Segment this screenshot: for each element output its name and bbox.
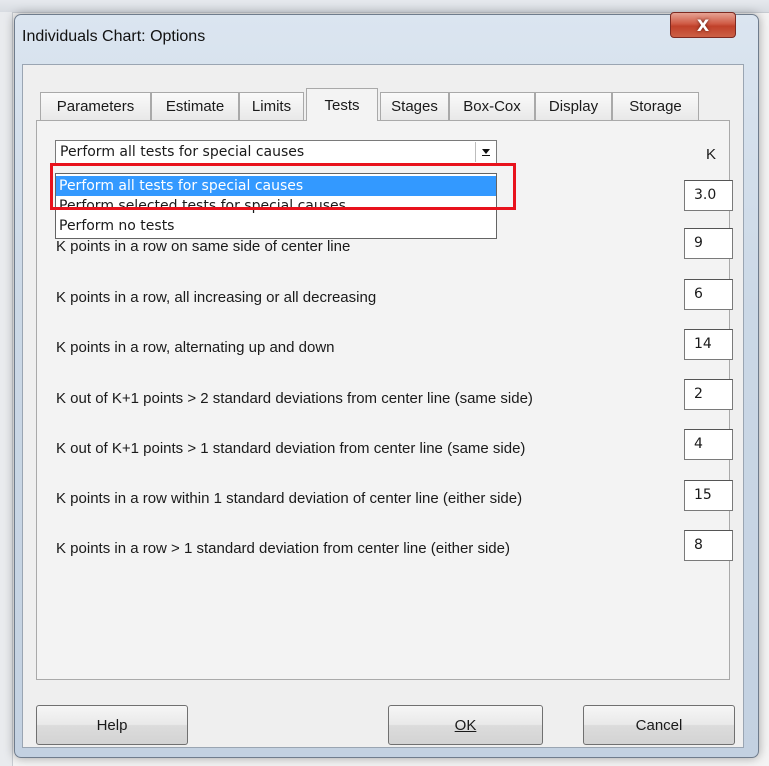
test-3-label: K points in a row, all increasing or all… bbox=[56, 289, 377, 306]
test-7-label: K points in a row within 1 standard devi… bbox=[56, 490, 523, 507]
ok-button-label: OK bbox=[454, 716, 477, 734]
dialog-title: Individuals Chart: Options bbox=[22, 28, 206, 45]
tab-display[interactable]: Display bbox=[535, 92, 612, 120]
test-8-k-input[interactable]: 8 bbox=[684, 530, 733, 561]
test-6-k-input[interactable]: 4 bbox=[684, 429, 733, 460]
cancel-button[interactable]: Cancel bbox=[583, 705, 735, 745]
tab-limits[interactable]: Limits bbox=[239, 92, 304, 120]
chevron-down-icon bbox=[481, 149, 490, 156]
test-1-k-input[interactable]: 3.0 bbox=[684, 180, 733, 211]
tab-storage[interactable]: Storage bbox=[612, 92, 699, 120]
test-7-k-input[interactable]: 15 bbox=[684, 480, 733, 511]
screen: Individuals Chart: Options X Parameters … bbox=[0, 0, 769, 766]
tests-mode-combobox[interactable]: Perform all tests for special causes bbox=[55, 140, 497, 164]
close-button[interactable]: X bbox=[670, 12, 736, 38]
test-2-label: K points in a row on same side of center… bbox=[56, 238, 351, 255]
tab-stages[interactable]: Stages bbox=[380, 92, 449, 120]
test-8-label: K points in a row > 1 standard deviation… bbox=[56, 540, 510, 557]
k-column-header: K bbox=[706, 146, 717, 163]
test-6-label: K out of K+1 points > 1 standard deviati… bbox=[56, 440, 526, 457]
annotation-highlight-box bbox=[50, 163, 516, 210]
tab-tests[interactable]: Tests bbox=[306, 88, 378, 121]
test-4-k-input[interactable]: 14 bbox=[684, 329, 733, 360]
test-4-label: K points in a row, alternating up and do… bbox=[56, 339, 335, 356]
dropdown-arrow-button[interactable] bbox=[475, 142, 495, 162]
tests-mode-selected-value: Perform all tests for special causes bbox=[60, 144, 305, 160]
tab-box-cox[interactable]: Box-Cox bbox=[449, 92, 535, 120]
test-2-k-input[interactable]: 9 bbox=[684, 228, 733, 259]
tab-parameters[interactable]: Parameters bbox=[40, 92, 151, 120]
dropdown-option-no-tests[interactable]: Perform no tests bbox=[56, 216, 496, 236]
background-toolbar bbox=[0, 0, 769, 13]
close-icon: X bbox=[696, 15, 710, 35]
background-sidebar bbox=[0, 12, 13, 766]
test-3-k-input[interactable]: 6 bbox=[684, 279, 733, 310]
help-button[interactable]: Help bbox=[36, 705, 188, 745]
test-5-k-input[interactable]: 2 bbox=[684, 379, 733, 410]
tab-estimate[interactable]: Estimate bbox=[151, 92, 239, 120]
test-5-label: K out of K+1 points > 2 standard deviati… bbox=[56, 390, 533, 407]
ok-button[interactable]: OK bbox=[388, 705, 543, 745]
